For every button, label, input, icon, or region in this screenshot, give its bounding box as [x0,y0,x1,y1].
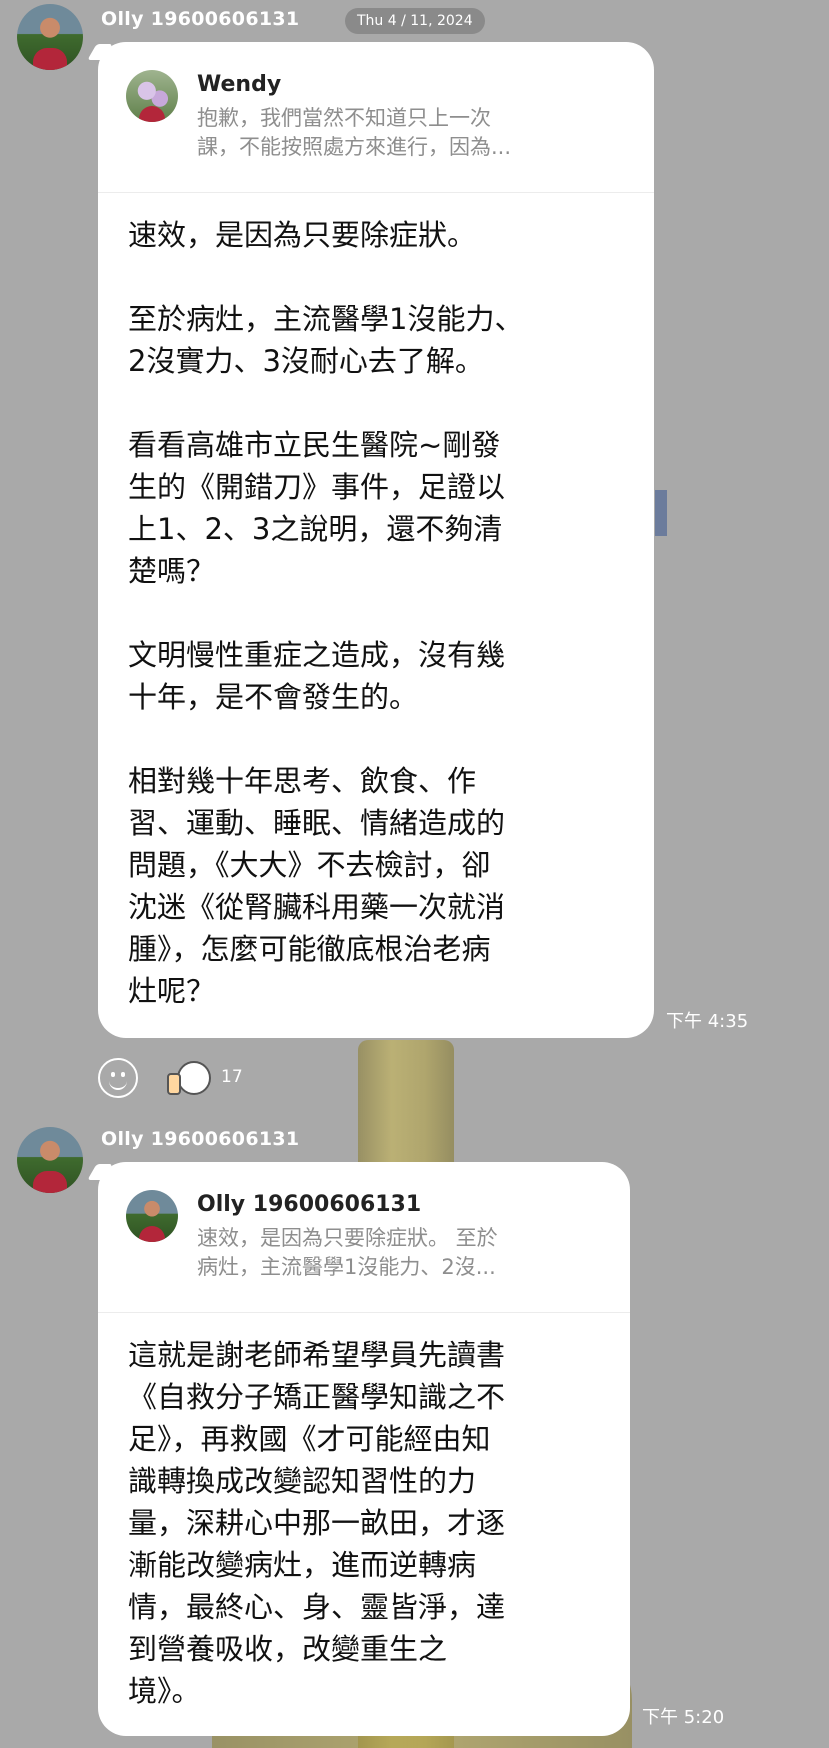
message-line: 速效，是因為只要除症狀。 [128,218,477,252]
smiley-outline-icon[interactable] [98,1058,138,1098]
message-line: 腫》，怎麼可能徹底根治老病 [128,932,491,966]
message-time: 下午 4:35 [666,1011,749,1032]
message-line: 量，深耕心中那一畝田，才逐 [128,1506,506,1540]
reaction-count: 17 [221,1067,243,1087]
message-line: 到營養吸收，改變重生之 [128,1632,448,1666]
message-line [128,382,523,424]
reply-quote-line: 課，不能按照處方來進行，因為... [197,135,512,159]
message-line [128,592,523,634]
message-bubble[interactable]: Wendy 抱歉，我們當然不知道只上一次 課，不能按照處方來進行，因為... 速… [98,42,654,1038]
reply-sender-name: Wendy [197,72,282,97]
reply-quote-line: 病灶，主流醫學1沒能力、2沒... [197,1255,496,1279]
message-line: 這就是謝老師希望學員先讀書 [128,1338,506,1372]
message-line: 《自救分子矯正醫學知識之不 [128,1380,506,1414]
message-line: 至於病灶，主流醫學1沒能力、 [128,302,524,336]
reply-quote-line: 抱歉，我們當然不知道只上一次 [197,106,491,130]
reply-avatar [126,1190,178,1242]
message-line: 足》，再救國《才可能經由知 [128,1422,491,1456]
message-line: 習、運動、睡眠、情緒造成的 [128,806,506,840]
sender-avatar[interactable] [17,4,83,70]
reply-preview[interactable]: Wendy 抱歉，我們當然不知道只上一次 課，不能按照處方來進行，因為... [98,42,654,193]
message-line: 2沒實力、3沒耐心去了解。 [128,344,484,378]
message-line: 上1、2、3之說明，還不夠清 [128,512,503,546]
message-text: 這就是謝老師希望學員先讀書 《自救分子矯正醫學知識之不 足》，再救國《才可能經由… [128,1334,505,1712]
message-line: 識轉換成改變認知習性的力 [128,1464,477,1498]
reply-quote: 速效，是因為只要除症狀。 至於 病灶，主流醫學1沒能力、2沒... [197,1224,498,1282]
reply-avatar [126,70,178,122]
message-line: 沈迷《從腎臟科用藥一次就消 [128,890,506,924]
reply-quote: 抱歉，我們當然不知道只上一次 課，不能按照處方來進行，因為... [197,104,511,162]
background-mark [655,490,667,536]
reply-quote-line: 速效，是因為只要除症狀。 至於 [197,1226,498,1250]
message-line: 漸能改變病灶，進而逆轉病 [128,1548,477,1582]
reply-sender-name: Olly 19600606131 [197,1192,422,1217]
message-line: 文明慢性重症之造成，沒有幾 [128,638,506,672]
message-line: 情，最終心、身、靈皆淨，達 [128,1590,506,1624]
sender-name[interactable]: Olly 19600606131 [101,1128,299,1150]
message-line: 灶呢？ [128,974,216,1008]
message-text: 速效，是因為只要除症狀。 至於病灶，主流醫學1沒能力、 2沒實力、3沒耐心去了解… [128,214,523,1012]
message-bubble[interactable]: Olly 19600606131 速效，是因為只要除症狀。 至於 病灶，主流醫學… [98,1162,630,1736]
message-time: 下午 5:20 [642,1707,725,1728]
sender-name[interactable]: Olly 19600606131 [101,8,299,30]
message-line: 境》。 [128,1674,201,1708]
message-line: 問題，《大大》不去檢討，卻 [128,848,491,882]
message-line [128,718,523,760]
message-line: 生的《開錯刀》事件，足證以 [128,470,506,504]
message-line: 看看高雄市立民生醫院~剛發 [128,428,501,462]
sender-avatar[interactable] [17,1127,83,1193]
message-line [128,256,523,298]
message-line: 楚嗎？ [128,554,216,588]
reply-preview[interactable]: Olly 19600606131 速效，是因為只要除症狀。 至於 病灶，主流醫學… [98,1162,630,1313]
message-line: 十年，是不會發生的。 [128,680,419,714]
message-line: 相對幾十年思考、飲食、作 [128,764,477,798]
date-pill: Thu 4 / 11, 2024 [345,8,485,34]
thumbs-up-face-icon[interactable] [167,1059,213,1097]
